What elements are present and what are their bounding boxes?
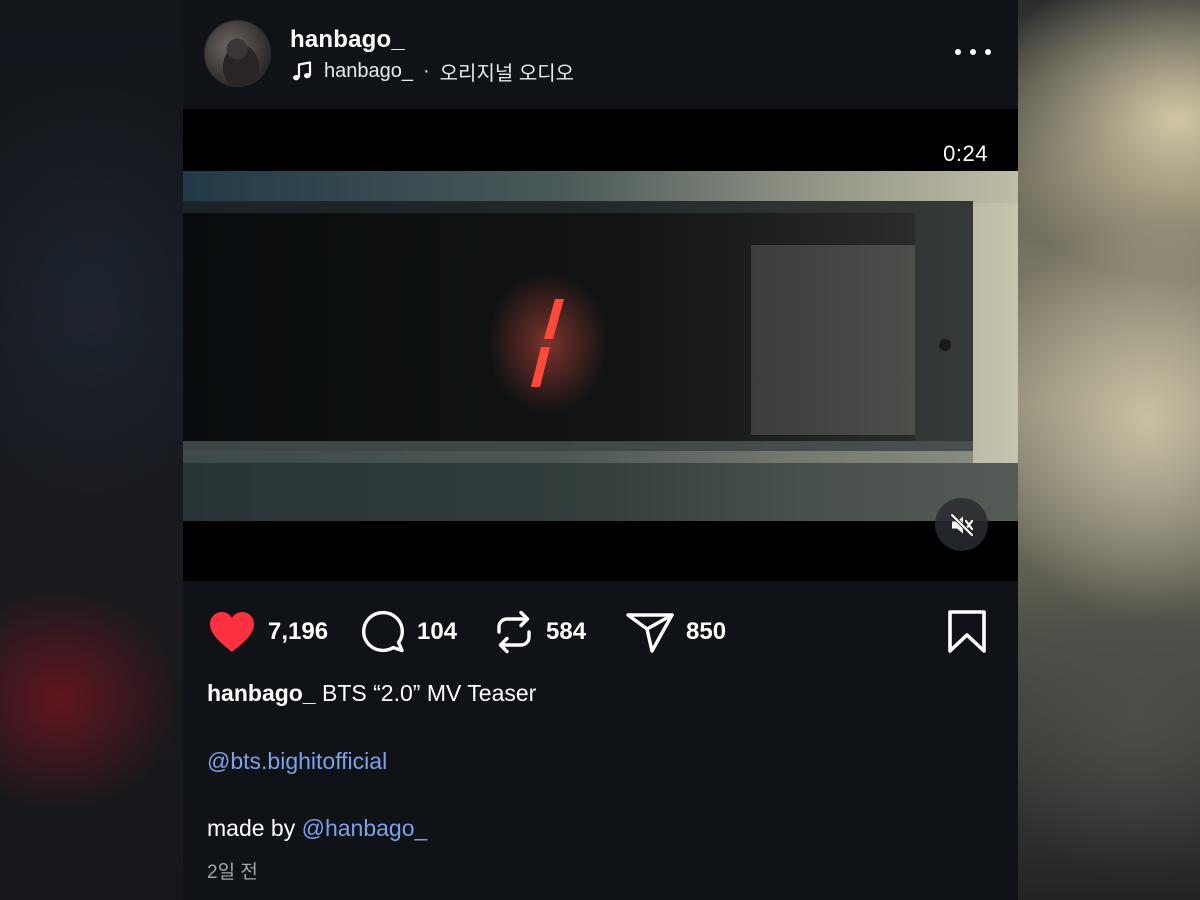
share-button[interactable]: 850 <box>625 609 726 655</box>
send-icon <box>626 613 674 653</box>
more-dot <box>955 49 961 55</box>
comment-count: 104 <box>417 618 458 645</box>
avatar[interactable] <box>204 20 271 87</box>
like-button[interactable]: 7,196 <box>207 609 328 655</box>
like-count: 7,196 <box>268 618 329 645</box>
audio-artist: hanbago_ <box>324 59 413 82</box>
credit-mention-link[interactable]: @hanbago_ <box>302 815 428 841</box>
repost-count: 584 <box>546 618 587 645</box>
video-duration: 0:24 <box>943 141 988 166</box>
caption-mention-line: @bts.bighitofficial <box>207 748 387 775</box>
more-dot <box>985 49 991 55</box>
speaker-muted-icon <box>949 512 974 537</box>
action-bar: 7,196 104 584 850 <box>183 605 1018 659</box>
audio-separator: · <box>422 59 430 82</box>
caption-text: BTS “2.0” MV Teaser <box>315 680 537 706</box>
post-card: hanbago_ hanbago_ · 오리지널 오디오 0:24 7,196 … <box>183 0 1018 900</box>
more-options-button[interactable] <box>955 40 991 64</box>
more-dot <box>970 49 976 55</box>
mute-toggle-button[interactable] <box>935 498 988 551</box>
repost-button[interactable]: 584 <box>493 609 586 655</box>
audio-attribution[interactable]: hanbago_ · 오리지널 오디오 <box>290 58 575 85</box>
caption-username[interactable]: hanbago_ <box>207 680 316 706</box>
caption-credit-line: made by @hanbago_ <box>207 815 427 842</box>
music-note-icon <box>293 61 312 81</box>
post-username[interactable]: hanbago_ <box>290 26 405 54</box>
mention-link[interactable]: @bts.bighitofficial <box>207 748 387 774</box>
post-header: hanbago_ hanbago_ · 오리지널 오디오 <box>183 0 1018 108</box>
bookmark-icon[interactable] <box>947 609 989 655</box>
share-count: 850 <box>686 618 727 645</box>
comment-bubble-icon <box>362 610 404 653</box>
video-player[interactable]: 0:24 <box>183 109 1018 581</box>
made-by-text: made by <box>207 815 302 841</box>
backdrop-left <box>0 0 183 900</box>
backdrop-right <box>1017 0 1200 900</box>
caption-line: hanbago_ BTS “2.0” MV Teaser <box>207 680 536 707</box>
heart-icon <box>210 612 254 652</box>
post-timestamp: 2일 전 <box>207 862 258 883</box>
repost-icon <box>497 610 531 654</box>
audio-title: 오리지널 오디오 <box>439 62 575 85</box>
comment-button[interactable]: 104 <box>360 609 457 655</box>
video-frame <box>183 171 1018 521</box>
